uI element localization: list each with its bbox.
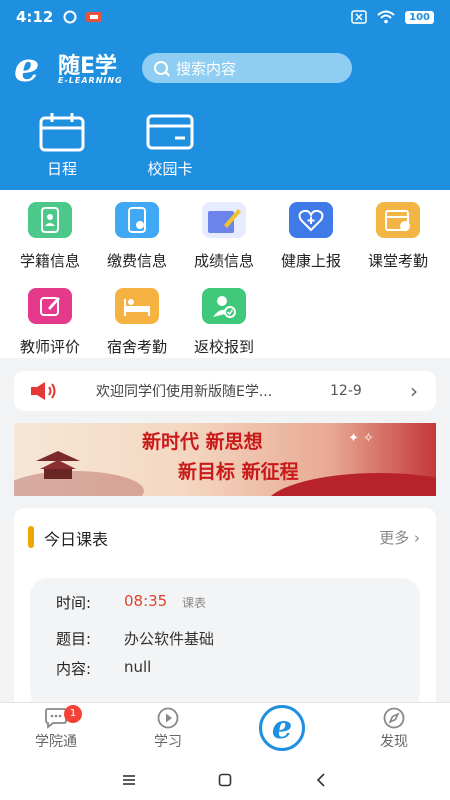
section-accent-bar [28,526,34,548]
grid-item-label: 返校报到 [193,338,254,356]
more-link[interactable]: 更多 › [379,527,420,548]
speaker-icon [31,382,56,400]
grades-icon [202,202,246,238]
tab-college[interactable]: 1 学院通 [16,705,96,751]
quick-campus-card-button[interactable]: 校园卡 [130,112,210,179]
tab-discover[interactable]: 发现 [354,707,434,751]
chevron-right-icon: › [414,529,420,547]
teacher-review-icon [28,288,72,324]
quick-calendar-label: 日程 [46,160,77,178]
status-time: 4:12 [16,8,54,26]
promo-banner[interactable]: 新时代 新思想 新目标 新征程 ✦ ✧ [14,423,436,496]
more-link-label: 更多 [379,529,410,547]
grid-item-label: 健康上报 [280,252,341,270]
function-grid: 学籍信息 缴费信息 成绩信息 健康上报 课堂考勤 教师评价 宿舍考勤 返校报到 [0,190,450,358]
logo-e-mark: e [14,44,40,91]
quick-calendar-button[interactable]: 日程 [22,112,102,179]
content-value: null [124,658,152,676]
grid-item-class-attendance[interactable]: 课堂考勤 [354,202,442,271]
grid-item-health-report[interactable]: 健康上报 [267,202,355,271]
tab-study[interactable]: 学习 [128,707,208,751]
sim-icon [351,10,367,24]
menu-button[interactable] [119,770,139,790]
payment-icon [115,202,159,238]
health-icon [289,202,333,238]
grid-item-payment[interactable]: 缴费信息 [93,202,181,271]
banner-line1: 新时代 新思想 [142,431,263,453]
home-button[interactable] [215,770,235,790]
grid-item-teacher-review[interactable]: 教师评价 [6,288,94,357]
notice-text: 欢迎同学们使用新版随E学... [96,384,273,400]
search-icon [154,61,168,75]
banner-line2: 新目标 新征程 [178,461,299,483]
notice-bar[interactable]: 欢迎同学们使用新版随E学... 12-9 › [14,371,436,411]
grid-item-label: 成绩信息 [193,252,254,270]
search-placeholder: 搜索内容 [176,59,237,78]
bottom-tab-bar: 1 学院通 学习 e 发现 [0,702,450,760]
system-nav-bar [0,760,450,800]
time-label: 时间: [56,594,92,612]
battery-indicator: 100 [405,10,434,24]
back-button[interactable] [311,770,331,790]
search-input[interactable]: 搜索内容 [142,53,352,83]
tab-label: 学院通 [35,734,77,750]
logo-subtitle: E-LEARNING [58,76,123,85]
today-schedule-card: 今日课表 更多 › 时间: 08:35 课表 题目: 办公软件基础 内容: nu… [14,508,436,718]
notice-date: 12-9 [330,383,362,399]
content-label: 内容: [56,660,92,678]
dorm-attendance-icon [115,288,159,324]
wifi-icon [377,10,395,24]
student-record-icon [28,202,72,238]
tab-label: 学习 [154,734,182,750]
schedule-title: 今日课表 [44,530,109,549]
grid-item-label: 教师评价 [19,338,80,356]
grid-item-label: 宿舍考勤 [106,338,167,356]
calendar-icon [39,113,85,152]
class-attendance-icon [376,202,420,238]
home-logo-button[interactable]: e [259,705,305,751]
subject-value: 办公软件基础 [124,630,215,648]
grid-item-label: 学籍信息 [19,252,80,270]
banner-emblem: ✦ ✧ [348,431,374,446]
return-checkin-icon [202,288,246,324]
grid-item-dorm-attendance[interactable]: 宿舍考勤 [93,288,181,357]
status-bar: 4:12 100 [0,0,450,34]
temple-illustration [36,451,80,479]
grid-item-student-record[interactable]: 学籍信息 [6,202,94,271]
unread-badge: 1 [64,705,82,723]
grid-item-label: 缴费信息 [106,252,167,270]
quick-campus-card-label: 校园卡 [147,160,193,178]
app-notification-icon-2 [86,12,103,22]
grid-item-return-checkin[interactable]: 返校报到 [180,288,268,357]
header: e 随E学 E-LEARNING 搜索内容 日程 校园卡 [0,34,450,190]
back-icon [316,773,325,787]
grid-item-grades[interactable]: 成绩信息 [180,202,268,271]
compass-icon [383,707,405,729]
lesson-tag: 课表 [182,596,207,610]
app-logo: e 随E学 E-LEARNING [14,44,142,91]
grid-item-label: 课堂考勤 [367,252,428,270]
subject-label: 题目: [56,630,92,648]
chevron-right-icon: › [410,379,418,403]
menu-icon [123,775,135,785]
app-notification-icon [63,10,77,24]
square-home-icon [218,773,232,787]
tab-label: 发现 [380,734,408,750]
card-icon [146,114,194,150]
play-icon [157,707,179,729]
time-value: 08:35 [124,592,168,610]
